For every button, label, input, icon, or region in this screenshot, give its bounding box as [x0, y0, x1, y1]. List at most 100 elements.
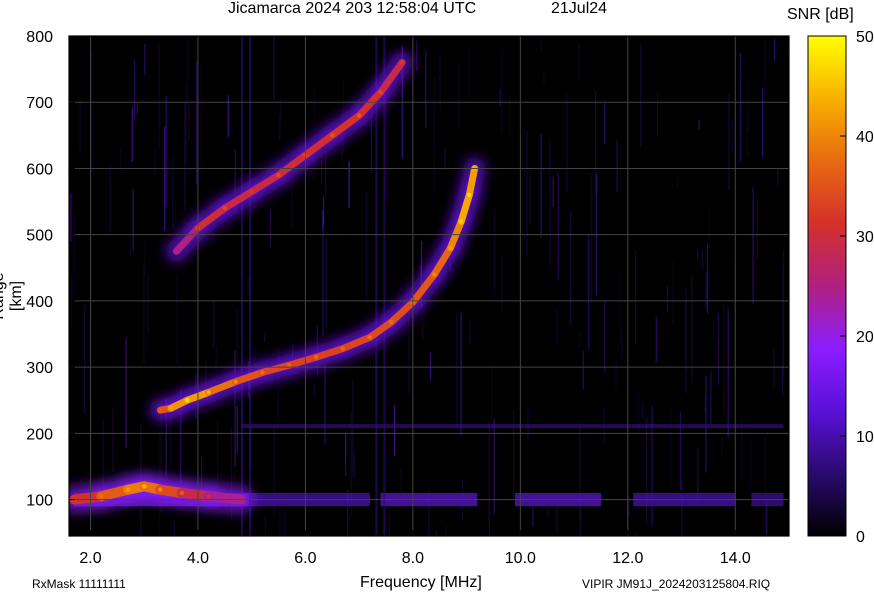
noise-streak [540, 39, 542, 53]
noise-streak [588, 234, 590, 350]
noise-streak [513, 410, 515, 499]
noise-streak [604, 101, 606, 145]
y-tick-label: 800 [26, 29, 53, 46]
noise-streak [529, 170, 531, 224]
echo-point [467, 192, 472, 198]
noise-streak [679, 411, 681, 490]
noise-streak [698, 119, 700, 130]
noise-streak [543, 73, 545, 84]
noise-streak [366, 192, 368, 301]
echo-point [125, 487, 131, 492]
noise-streak [264, 331, 266, 342]
noise-streak [766, 499, 768, 536]
noise-streak [133, 59, 136, 120]
noise-streak [174, 200, 177, 224]
noise-streak [604, 299, 606, 373]
noise-streak [552, 176, 554, 207]
noise-streak [494, 208, 496, 295]
y-tick-label: 600 [26, 161, 53, 178]
noise-streak [400, 468, 402, 492]
x-tick-label: 2.0 [79, 550, 101, 567]
echo-point [367, 335, 373, 340]
echo-point [158, 487, 163, 492]
noise-streak [213, 299, 215, 348]
noise-streak [748, 80, 750, 133]
noise-streak [731, 119, 734, 153]
noise-streak [176, 274, 178, 363]
noise-streak [468, 48, 470, 97]
noise-streak [655, 316, 657, 363]
noise-streak [708, 208, 710, 248]
noise-streak [501, 49, 503, 133]
noise-streak [712, 320, 714, 341]
echo-point [174, 249, 179, 254]
noise-streak [388, 513, 390, 536]
x-tick-label: 14.0 [720, 550, 751, 567]
noise-streak [777, 168, 779, 186]
noise-streak [635, 250, 637, 345]
noise-streak [556, 307, 558, 346]
noise-streak [131, 106, 133, 163]
noise-streak [236, 406, 238, 453]
noise-streak [227, 95, 229, 138]
noise-streak [394, 405, 396, 456]
noise-streak [640, 43, 642, 147]
x-tick-label: 8.0 [402, 550, 424, 567]
echo-point [249, 189, 254, 194]
echo-point [340, 346, 346, 351]
noise-streak [188, 110, 190, 141]
noise-streak [656, 91, 659, 138]
noise-streak [762, 88, 764, 157]
colorbar-tick-label: 40 [856, 129, 874, 146]
noise-streak [345, 433, 347, 476]
noise-streak [578, 42, 580, 83]
noise-streak [591, 172, 593, 302]
noise-streak [109, 164, 112, 234]
noise-streak [773, 38, 776, 61]
noise-streak [348, 160, 350, 209]
noise-streak [74, 215, 76, 297]
colorbar-tick-label: 10 [856, 429, 874, 446]
echo-point [276, 172, 281, 178]
noise-streak [582, 350, 584, 390]
noise-streak [416, 40, 418, 71]
y-tick-label: 300 [26, 360, 53, 377]
ionogram-chart: 2.0 4.0 6.0 8.0 10.0 12.0 14.01002003004005006… [26, 29, 874, 567]
noise-streak [672, 261, 674, 325]
noise-streak [701, 251, 703, 270]
echo-point [206, 494, 211, 499]
noise-streak [200, 62, 202, 178]
noise-streak [595, 90, 597, 194]
noise-streak [125, 337, 127, 449]
noise-streak [723, 304, 725, 416]
noise-streak [540, 133, 542, 238]
noise-streak [120, 146, 122, 176]
noise-streak [532, 505, 534, 527]
noise-streak [325, 237, 327, 327]
echo-point [185, 398, 190, 403]
noise-streak [488, 421, 490, 536]
noise-streak [352, 378, 354, 478]
noise-streak [314, 384, 316, 397]
y-tick-label: 700 [26, 95, 53, 112]
noise-streak [264, 516, 266, 536]
noise-streak [184, 102, 186, 211]
colorbar-tick-label: 20 [856, 329, 874, 346]
noise-streak [144, 44, 146, 75]
noise-streak [187, 36, 189, 122]
echo-point [314, 355, 319, 360]
noise-streak [433, 75, 435, 191]
noise-streak [642, 403, 644, 419]
noise-streak [158, 43, 160, 149]
noise-streak [469, 319, 471, 345]
noise-streak [578, 330, 580, 349]
noise-streak [746, 111, 748, 157]
noise-streak [615, 362, 617, 389]
noise-streak [460, 312, 462, 435]
noise-streak [422, 316, 424, 341]
noise-streak [751, 200, 754, 295]
noise-streak [164, 126, 166, 232]
noise-streak [756, 198, 758, 262]
noise-streak [112, 406, 114, 472]
interference-line [383, 36, 386, 536]
